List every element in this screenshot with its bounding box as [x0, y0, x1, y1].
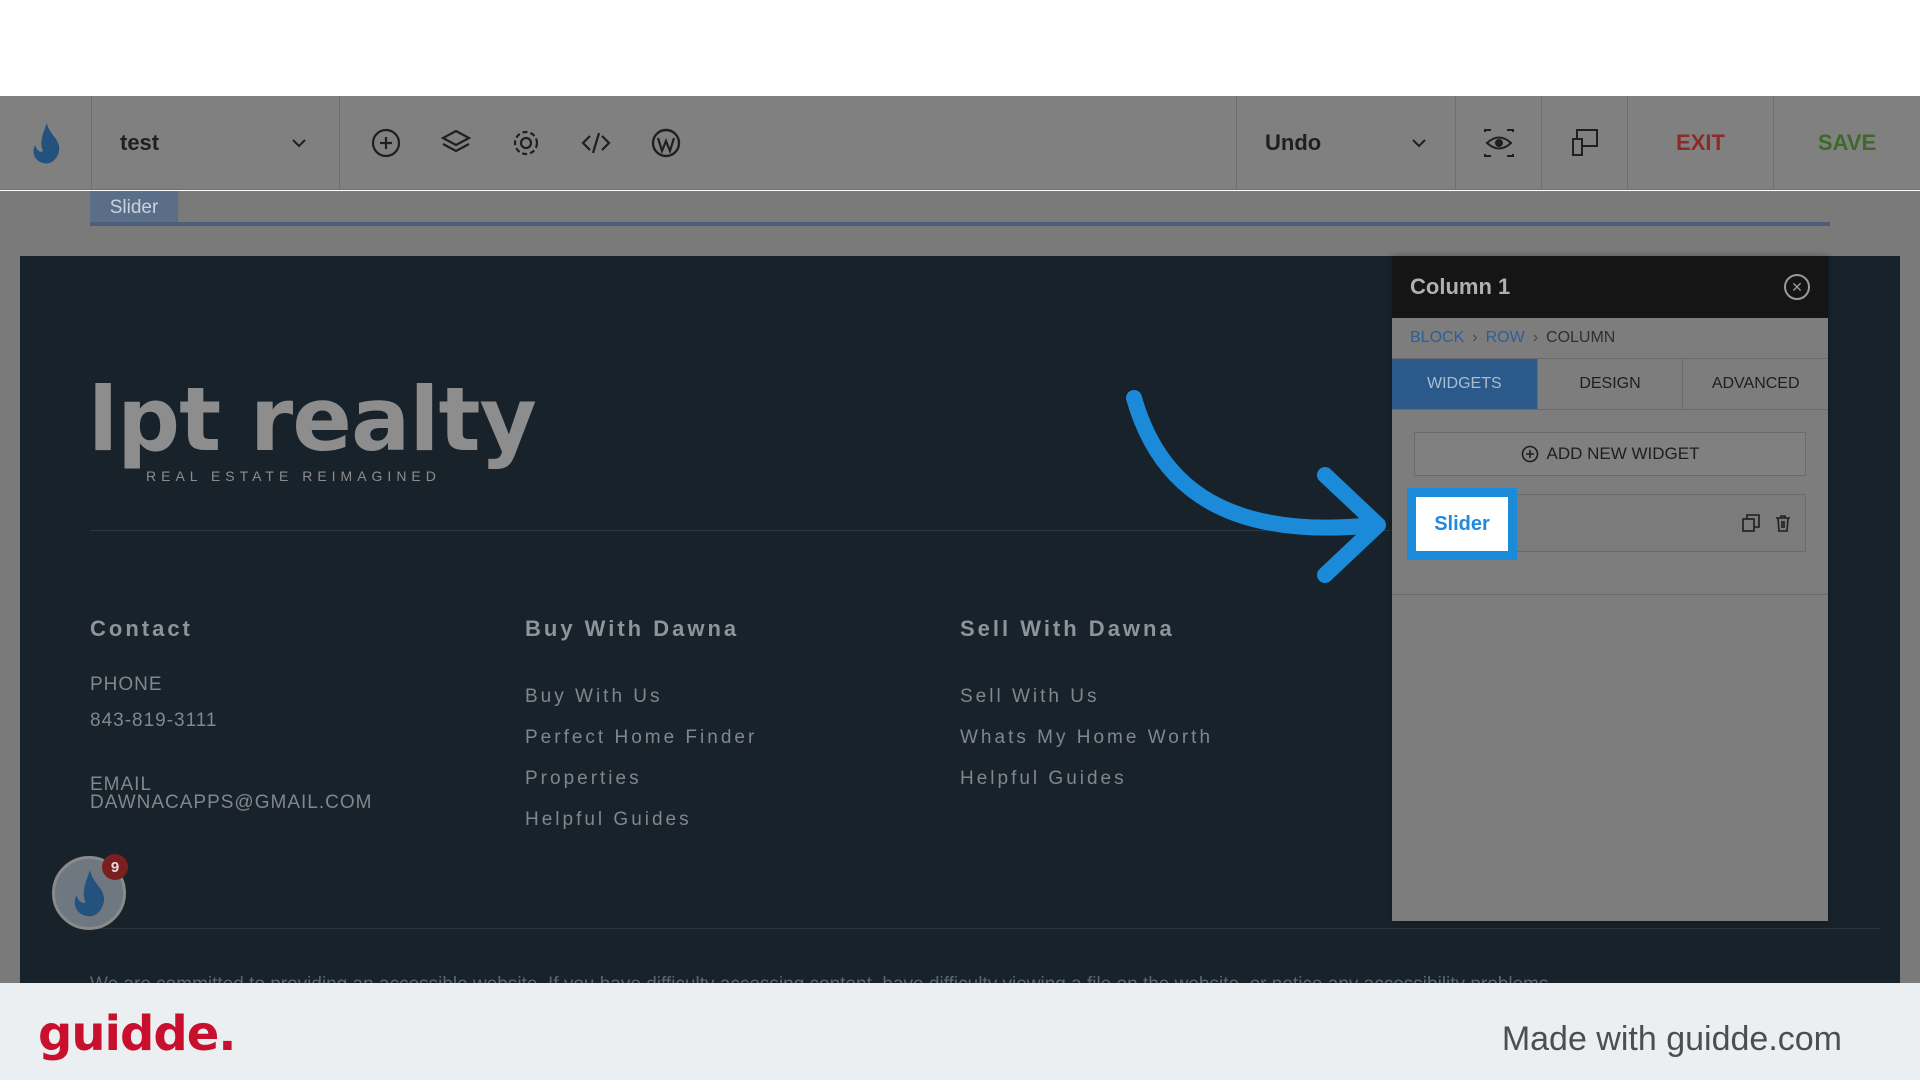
footer-link[interactable]: Helpful Guides: [525, 809, 692, 831]
top-strip: [0, 0, 1920, 96]
code-icon[interactable]: [574, 121, 618, 165]
layers-icon[interactable]: [434, 121, 478, 165]
accessibility-statement: We are committed to providing an accessi…: [90, 974, 1548, 983]
footer-link[interactable]: Buy With Us: [525, 686, 663, 708]
tab-design[interactable]: DESIGN: [1538, 359, 1684, 409]
page-selector[interactable]: test: [92, 96, 340, 189]
breadcrumb-separator: ›: [1472, 329, 1478, 346]
exit-button[interactable]: EXIT: [1628, 96, 1774, 189]
trash-icon[interactable]: [1773, 513, 1793, 533]
slider-widget-label: Slider: [1416, 497, 1508, 551]
selected-element-outline: [90, 222, 1830, 226]
gear-icon[interactable]: [504, 121, 548, 165]
duplicate-icon[interactable]: [1741, 513, 1761, 533]
add-circle-icon: [1521, 445, 1538, 463]
panel-title: Column 1: [1410, 274, 1511, 299]
panel-tabs: WIDGETS DESIGN ADVANCED: [1392, 358, 1828, 410]
footer-link[interactable]: Whats My Home Worth: [960, 727, 1213, 749]
sell-heading: Sell With Dawna: [960, 616, 1175, 641]
footer-link[interactable]: Helpful Guides: [960, 768, 1127, 790]
annotation-arrow-icon: [1126, 390, 1386, 583]
logo-main-text: lpt realty: [88, 368, 537, 471]
breadcrumb-separator: ›: [1532, 329, 1539, 346]
breadcrumb-block[interactable]: BLOCK: [1410, 329, 1464, 347]
tab-widgets[interactable]: WIDGETS: [1392, 359, 1538, 409]
footer-link[interactable]: Sell With Us: [960, 686, 1099, 708]
buy-heading: Buy With Dawna: [525, 616, 740, 641]
save-button[interactable]: SAVE: [1774, 96, 1920, 189]
widget-actions: [1741, 513, 1793, 533]
contact-heading: Contact: [90, 616, 193, 641]
guidde-logo: guidde.: [38, 1006, 236, 1062]
phone-label: PHONE: [90, 674, 163, 695]
page-name: test: [120, 129, 160, 155]
selected-element-tag[interactable]: Slider: [90, 191, 178, 225]
add-circle-icon[interactable]: [364, 121, 408, 165]
column-settings-panel: Column 1 ✕ BLOCK › ROW › COLUMN WIDGETS …: [1392, 256, 1828, 921]
undo-label: Undo: [1265, 129, 1322, 155]
divider: [1392, 594, 1828, 595]
toolbar-icons: [340, 96, 1236, 189]
phone-value[interactable]: 843-819-3111: [90, 710, 218, 732]
notification-badge: 9: [102, 854, 128, 880]
close-icon[interactable]: ✕: [1784, 274, 1810, 300]
email-value[interactable]: DAWNACAPPS@GMAIL.COM: [90, 792, 372, 814]
add-widget-label: ADD NEW WIDGET: [1546, 444, 1700, 463]
flame-icon: [74, 870, 105, 917]
editor-toolbar: test Undo EXIT SAVE: [0, 96, 1920, 190]
slider-widget-highlight[interactable]: Slider: [1407, 488, 1517, 560]
undo-dropdown[interactable]: Undo: [1236, 96, 1456, 189]
footer-link[interactable]: Perfect Home Finder: [525, 727, 757, 749]
chevron-down-icon: [292, 138, 306, 147]
made-with-text: Made with guidde.com: [1501, 1020, 1842, 1058]
add-new-widget-button[interactable]: ADD NEW WIDGET: [1414, 432, 1806, 476]
breadcrumb-column: COLUMN: [1546, 329, 1616, 346]
breadcrumb-row[interactable]: ROW: [1486, 329, 1525, 347]
preview-eye-icon[interactable]: [1456, 96, 1542, 189]
panel-header: Column 1 ✕: [1392, 256, 1828, 318]
footer-link[interactable]: Properties: [525, 768, 642, 790]
wordpress-icon[interactable]: [644, 121, 688, 165]
chevron-down-icon: [1412, 138, 1426, 147]
logo-tagline: REAL ESTATE REIMAGINED: [146, 468, 441, 484]
breadcrumb: BLOCK › ROW › COLUMN: [1392, 318, 1828, 358]
tab-advanced[interactable]: ADVANCED: [1683, 359, 1828, 409]
responsive-devices-icon[interactable]: [1542, 96, 1628, 189]
flame-logo-icon[interactable]: [0, 96, 92, 189]
lpt-realty-logo: lpt realty REAL ESTATE REIMAGINED: [88, 368, 537, 485]
divider: [90, 928, 1880, 929]
